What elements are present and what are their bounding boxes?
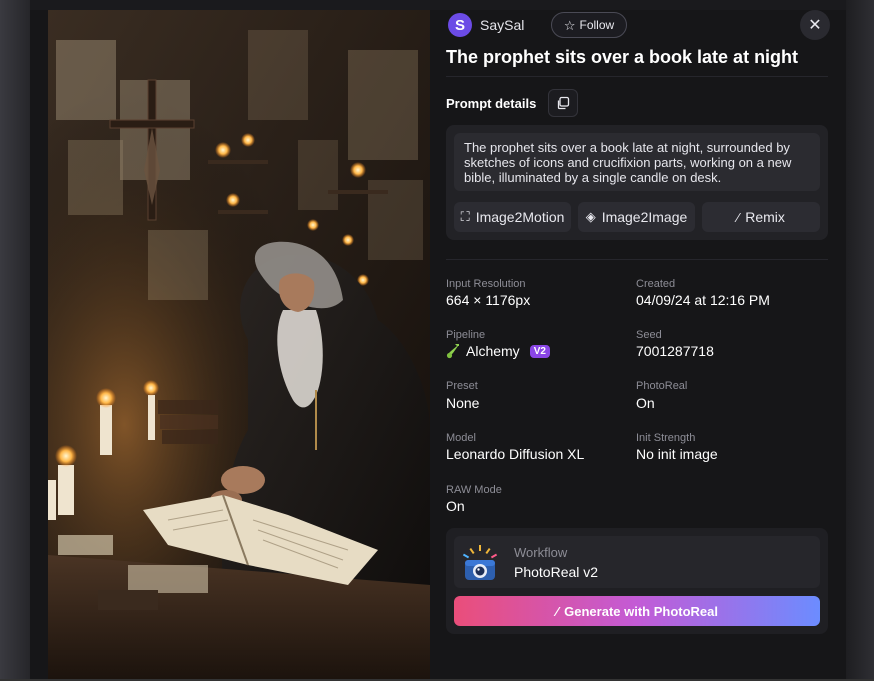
backdrop-right xyxy=(846,0,874,681)
workflow-info[interactable]: Workflow PhotoReal v2 xyxy=(454,536,820,588)
star-icon: ☆ xyxy=(563,17,576,33)
prompt-card: The prophet sits over a book late at nig… xyxy=(446,125,828,240)
generate-with-photoreal-button[interactable]: ⁄ Generate with PhotoReal xyxy=(454,596,820,626)
pipeline-label: Pipeline xyxy=(446,329,486,341)
image2motion-button[interactable]: ⛶ Image2Motion xyxy=(454,202,571,232)
follow-label: Follow xyxy=(579,18,615,32)
prompt-details-label: Prompt details xyxy=(446,96,537,111)
close-icon: ✕ xyxy=(808,17,822,34)
image2image-label: Image2Image xyxy=(601,209,688,225)
photoreal-value: On xyxy=(636,395,655,411)
raw-mode-value: On xyxy=(446,498,465,514)
backdrop-left xyxy=(0,0,30,681)
divider xyxy=(446,76,828,77)
pipeline-name: Alchemy xyxy=(466,343,520,359)
pipeline-value: Alchemy V2 xyxy=(446,343,550,359)
magic-wand-icon: ⁄ xyxy=(737,209,740,225)
model-label: Model xyxy=(446,432,476,444)
workflow-name: PhotoReal v2 xyxy=(514,564,599,580)
copy-prompt-button[interactable] xyxy=(548,89,578,117)
image2image-button[interactable]: ◈ Image2Image xyxy=(578,202,695,232)
alchemy-icon xyxy=(446,344,459,359)
init-strength-label: Init Strength xyxy=(636,432,696,444)
preset-value: None xyxy=(446,395,480,411)
avatar[interactable]: S xyxy=(448,13,472,37)
image-title: The prophet sits over a book late at nig… xyxy=(446,47,799,67)
created-label: Created xyxy=(636,278,676,290)
remix-label: Remix xyxy=(745,209,785,225)
raw-mode-label: RAW Mode xyxy=(446,484,502,496)
seed-label: Seed xyxy=(636,329,662,341)
prompt-text: The prophet sits over a book late at nig… xyxy=(454,133,820,191)
input-resolution-label: Input Resolution xyxy=(446,278,526,290)
copy-icon xyxy=(557,96,570,110)
camera-icon xyxy=(462,545,498,580)
created-value: 04/09/24 at 12:16 PM xyxy=(636,292,770,308)
version-badge: V2 xyxy=(529,344,550,358)
magic-wand-icon: ⁄ xyxy=(555,603,559,619)
layers-icon: ◈ xyxy=(585,209,596,224)
image2motion-label: Image2Motion xyxy=(475,209,565,225)
seed-value: 7001287718 xyxy=(636,343,714,359)
close-button[interactable]: ✕ xyxy=(800,10,830,40)
generated-image xyxy=(48,10,430,679)
photoreal-label: PhotoReal xyxy=(636,380,688,392)
motion-icon: ⛶ xyxy=(460,209,470,224)
follow-button[interactable]: ☆ Follow xyxy=(551,12,627,38)
divider xyxy=(446,259,828,260)
init-strength-value: No init image xyxy=(636,446,718,462)
username[interactable]: SaySal xyxy=(480,17,524,33)
model-value: Leonardo Diffusion XL xyxy=(446,446,585,462)
workflow-card: Workflow PhotoReal v2 ⁄ Generate with Ph… xyxy=(446,528,828,634)
details-panel: S SaySal ☆ Follow ✕ The prophet sits ove… xyxy=(446,10,830,679)
remix-button[interactable]: ⁄ Remix xyxy=(702,202,820,232)
input-resolution-value: 664 × 1176px xyxy=(446,292,531,308)
preset-label: Preset xyxy=(446,380,478,392)
image-detail-modal: S SaySal ☆ Follow ✕ The prophet sits ove… xyxy=(30,10,846,679)
workflow-label: Workflow xyxy=(514,545,568,560)
generate-label: Generate with PhotoReal xyxy=(564,603,719,619)
